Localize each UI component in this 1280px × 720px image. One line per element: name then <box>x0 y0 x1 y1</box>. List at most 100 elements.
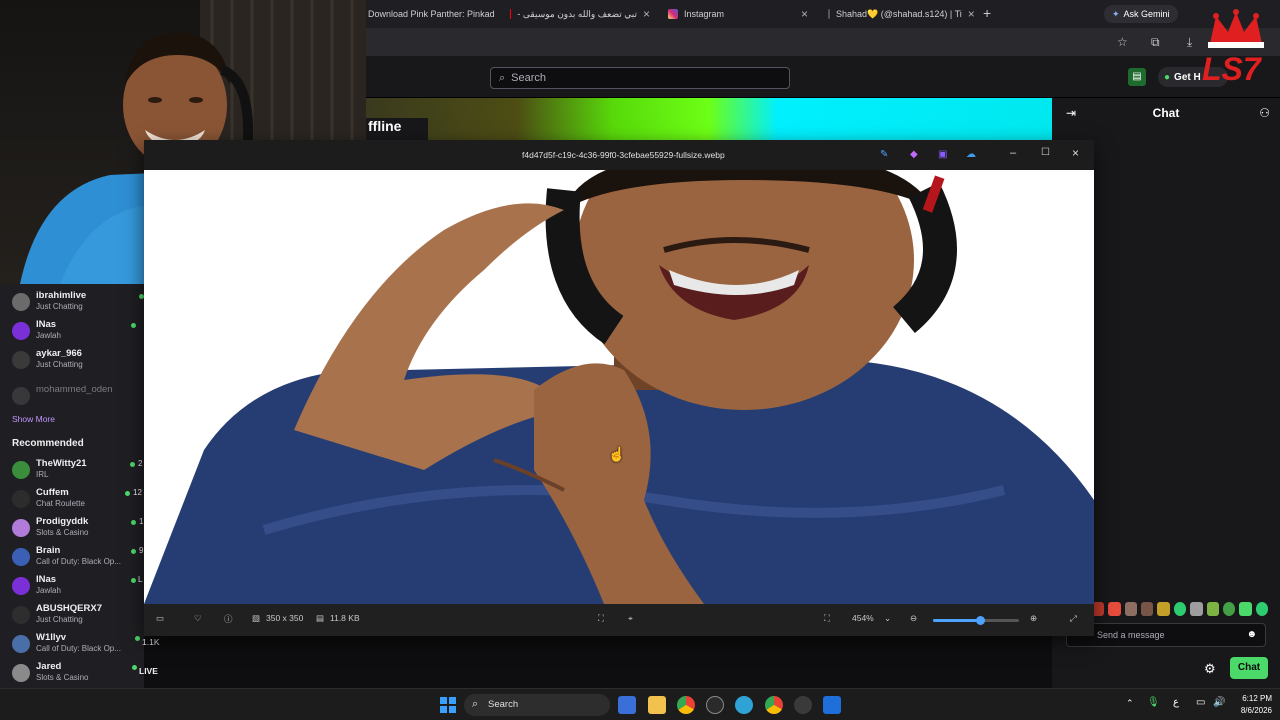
fullscreen-icon[interactable]: ⤢ <box>1070 613 1077 624</box>
windows-start-icon[interactable] <box>440 697 456 713</box>
filmstrip-icon[interactable]: ▭ <box>156 613 164 624</box>
app-icon[interactable] <box>706 696 724 714</box>
sidebar-rec-inas[interactable]: INas Jawlah L <box>0 574 144 602</box>
emote-icon[interactable] <box>1255 602 1268 616</box>
channel-category: Call of Duty: Black Op... <box>36 557 121 566</box>
taskbar-search-label: Search <box>488 699 519 710</box>
emote-icon[interactable] <box>1157 602 1170 616</box>
emoji-icon[interactable]: ☻ <box>1246 629 1257 640</box>
channel-name: INas <box>36 319 57 330</box>
extensions-icon[interactable]: ⧉ <box>1151 35 1160 50</box>
edge-icon[interactable] <box>735 696 753 714</box>
channel-name: TheWitty21 <box>36 458 87 469</box>
crop-icon[interactable]: ⛶ <box>598 613 604 624</box>
sidebar-channel-inas[interactable]: INas Jawlah <box>0 319 144 347</box>
sidebar-channel-aykar[interactable]: aykar_966 Just Chatting <box>0 348 144 376</box>
channel-name: Cuffem <box>36 487 69 498</box>
live-indicator <box>130 462 135 467</box>
emote-icon[interactable] <box>1239 602 1252 616</box>
taskbar-search[interactable]: ⌕ Search <box>464 694 610 716</box>
channel-category: Jawlah <box>36 331 61 340</box>
sidebar-rec-thewitty21[interactable]: TheWitty21 IRL 2 <box>0 458 144 486</box>
chevron-up-icon[interactable]: ⌃ <box>1126 698 1134 709</box>
file-size-icon: ▤ <box>316 613 325 623</box>
zoom-in-icon[interactable]: ⊕ <box>1030 613 1037 624</box>
sidebar-rec-prodigyddk[interactable]: Prodigyddk Slots & Casino 1 <box>0 516 144 544</box>
sidebar-rec-abushqerx7[interactable]: ABUSHQERX7 Just Chatting <box>0 603 144 631</box>
avatar <box>12 293 30 311</box>
tab-pink-panther[interactable]: Download Pink Panther: Pinkad × <box>360 4 500 24</box>
viewer-image[interactable]: ☝ <box>144 170 1094 604</box>
chat-send-button[interactable]: Chat <box>1230 657 1268 679</box>
star-icon[interactable]: ☆ <box>1117 35 1128 49</box>
tab-title: Download Pink Panther: Pinkad <box>368 9 495 19</box>
help-icon: ● <box>1164 71 1171 83</box>
offline-label: ffline <box>366 118 428 140</box>
edit-icon[interactable]: ✎ <box>880 149 888 160</box>
emote-icon[interactable] <box>1108 602 1121 616</box>
community-icon[interactable]: ⚇ <box>1259 106 1270 120</box>
sidebar-rec-brain[interactable]: Brain Call of Duty: Black Op... 9 <box>0 545 144 573</box>
system-clock[interactable]: 6:12 PM 8/6/2026 <box>1228 693 1272 717</box>
avatar <box>12 351 30 369</box>
info-icon[interactable]: ⓘ <box>224 613 233 625</box>
tab-tiktok[interactable]: Shahad💛 (@shahad.s124) | Ti × <box>820 4 976 24</box>
download-icon[interactable]: ⤓ <box>1187 35 1192 50</box>
sidebar-channel-ibrahimlive[interactable]: ibrahimlive Just Chatting <box>0 290 144 318</box>
sidebar-rec-cuffem[interactable]: Cuffem Chat Roulette 12 <box>0 487 144 515</box>
prime-icon[interactable]: ▤ <box>1128 68 1146 86</box>
input-language-indicator[interactable]: ع <box>1173 697 1179 708</box>
tab-title: تبي تضعف والله بدون موسيقى - <box>517 8 637 19</box>
avatar <box>12 461 30 479</box>
new-tab-icon[interactable]: + <box>983 5 991 21</box>
onedrive-icon[interactable]: ☁ <box>966 149 976 160</box>
volume-icon[interactable]: 🔊 <box>1213 697 1225 708</box>
chrome-icon[interactable] <box>677 696 695 714</box>
close-icon[interactable]: × <box>1072 146 1079 160</box>
tab-youtube[interactable]: تبي تضعف والله بدون موسيقى - × <box>502 4 658 24</box>
chevron-down-icon[interactable]: ⌄ <box>884 613 891 624</box>
copilot-icon[interactable]: ◆ <box>910 149 918 160</box>
store-icon[interactable] <box>618 696 636 714</box>
live-indicator <box>132 665 137 670</box>
microphone-icon[interactable]: 🎙 <box>1147 697 1160 708</box>
file-explorer-icon[interactable] <box>648 696 666 714</box>
zoom-slider-thumb[interactable] <box>976 616 986 625</box>
close-icon[interactable]: × <box>968 7 975 21</box>
show-more-link[interactable]: Show More <box>12 414 55 424</box>
hand-cursor-icon: ☝ <box>608 446 626 462</box>
emote-icon[interactable] <box>1141 602 1154 616</box>
tab-instagram[interactable]: Instagram × <box>660 4 816 24</box>
search-icon: ⌕ <box>499 71 506 84</box>
viewer-count: 2 <box>138 459 143 468</box>
emote-icon[interactable] <box>1124 602 1138 616</box>
instagram-icon <box>668 9 678 19</box>
settings-icon[interactable] <box>794 696 812 714</box>
network-icon[interactable]: ▭ <box>1196 697 1205 708</box>
visual-search-icon[interactable]: ⌖ <box>628 613 633 624</box>
search-input[interactable]: ⌕ Search <box>490 67 790 89</box>
zoom-slider[interactable] <box>933 616 1019 625</box>
zoom-level[interactable]: 454% <box>852 613 874 623</box>
emote-icon[interactable] <box>1173 602 1187 616</box>
ask-gemini-button[interactable]: ✦ Ask Gemini <box>1104 5 1178 23</box>
zoom-out-icon[interactable]: ⊖ <box>910 613 917 624</box>
minimize-icon[interactable]: – <box>1010 147 1016 159</box>
emote-icon[interactable] <box>1222 602 1236 616</box>
maximize-icon[interactable]: ☐ <box>1041 147 1050 158</box>
clipchamp-icon[interactable]: ▣ <box>938 149 947 160</box>
chat-settings-gear-icon[interactable]: ⚙ <box>1204 661 1216 677</box>
sidebar-rec-w1llyv[interactable]: W1llyv Call of Duty: Black Op... 1.1K <box>0 632 144 660</box>
emote-icon[interactable] <box>1190 602 1203 616</box>
emote-icon[interactable] <box>1206 602 1219 616</box>
chat-message-input[interactable]: Send a message ☻ <box>1066 623 1266 647</box>
chrome-profile-icon[interactable] <box>765 696 783 714</box>
viewer-count-w1llyv: 1.1K <box>142 637 160 647</box>
close-icon[interactable]: × <box>643 7 650 21</box>
sidebar-channel-mohammed-oden[interactable]: mohammed_oden <box>0 384 144 412</box>
favorite-heart-icon[interactable]: ♡ <box>194 613 202 624</box>
sidebar-rec-jared[interactable]: Jared Slots & Casino <box>0 661 144 689</box>
close-icon[interactable]: × <box>801 7 808 21</box>
fit-to-window-icon[interactable]: ⛶ <box>824 613 830 624</box>
photos-icon[interactable] <box>823 696 841 714</box>
